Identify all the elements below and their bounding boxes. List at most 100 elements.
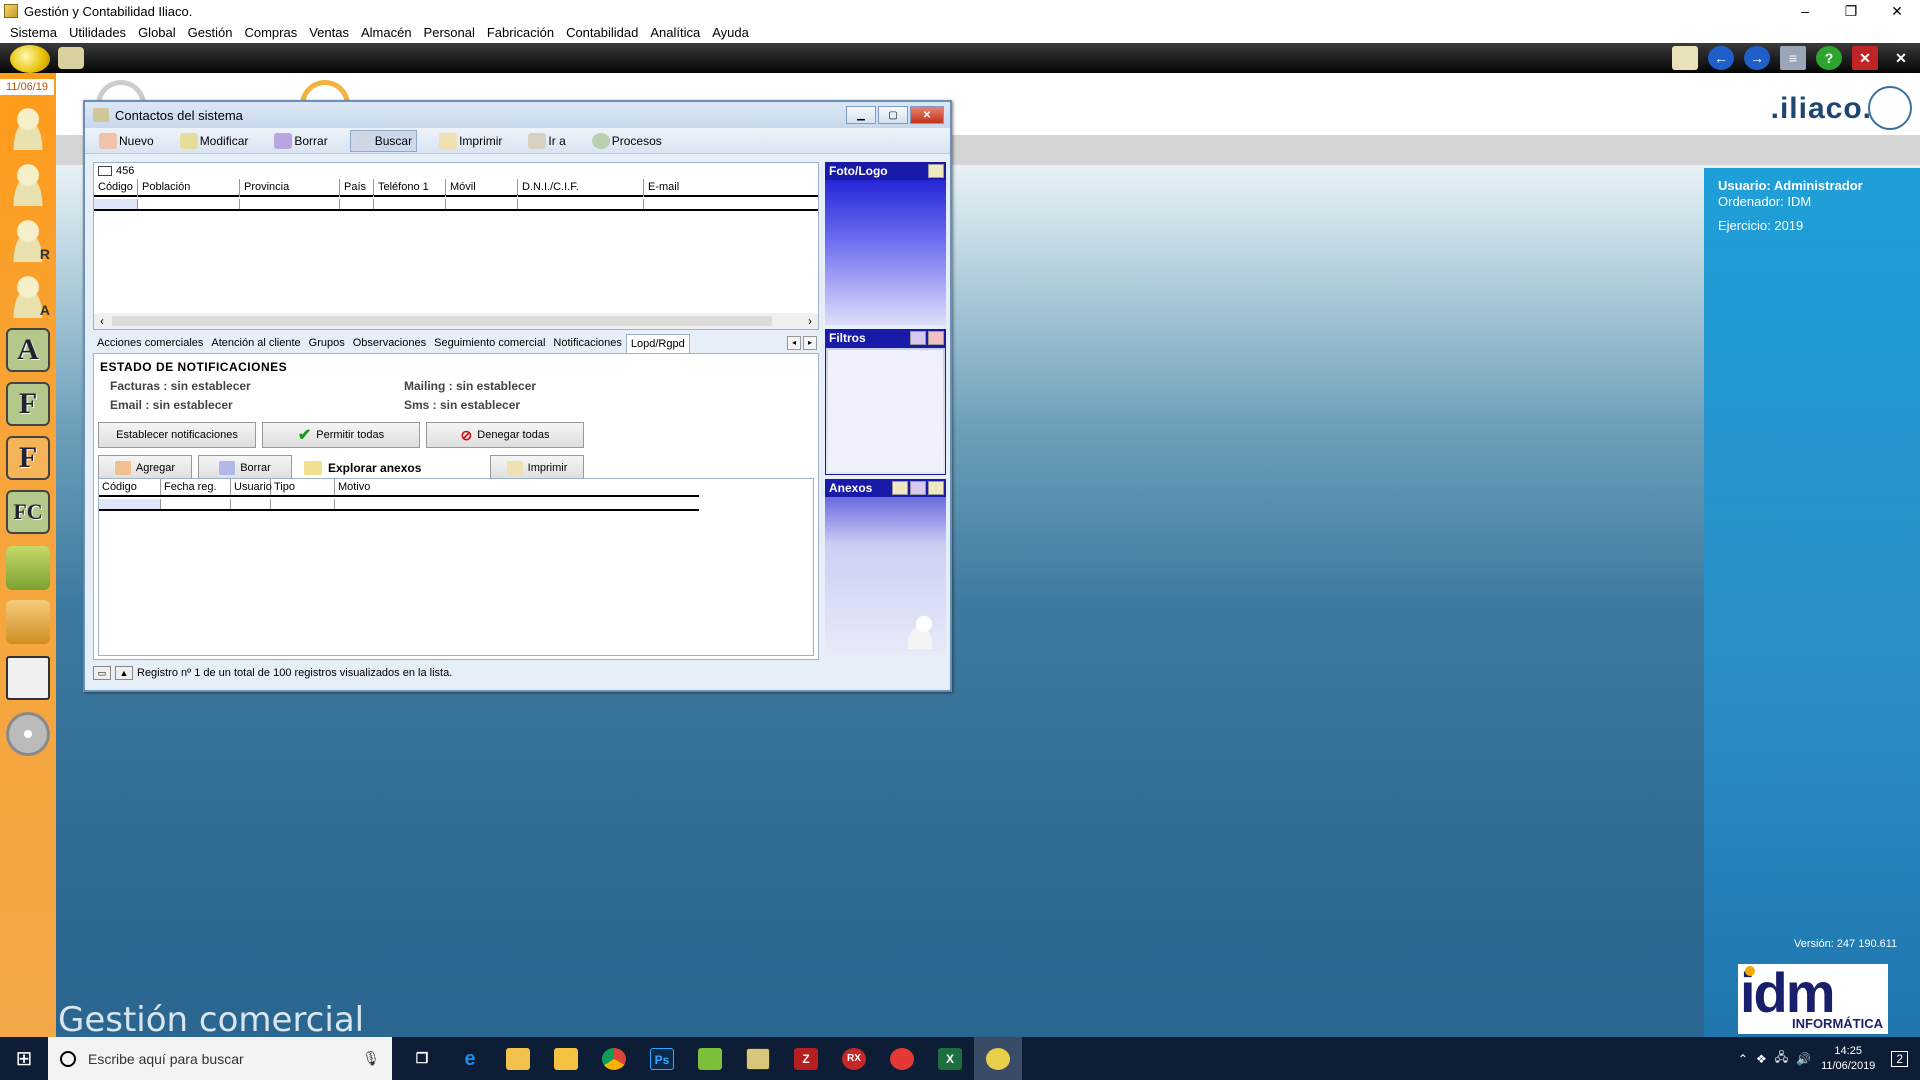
photoshop-icon[interactable]: Ps bbox=[638, 1037, 686, 1080]
spreadsheet-app-icon[interactable] bbox=[686, 1037, 734, 1080]
list-icon[interactable] bbox=[6, 656, 50, 700]
iliaco-ball-icon[interactable] bbox=[10, 45, 50, 73]
task-view-icon[interactable]: ❐ bbox=[398, 1037, 446, 1080]
excel-icon[interactable]: X bbox=[926, 1037, 974, 1080]
minimize-button[interactable]: – bbox=[1782, 0, 1828, 22]
menu-personal[interactable]: Personal bbox=[418, 25, 481, 40]
tab-seguimiento-comercial[interactable]: Seguimiento comercial bbox=[430, 334, 549, 353]
tab-notificaciones[interactable]: Notificaciones bbox=[549, 334, 625, 353]
scroll-right-icon[interactable]: › bbox=[808, 314, 812, 328]
dialog-titlebar[interactable]: Contactos del sistema ▁ ▢ ✕ bbox=[85, 102, 950, 128]
col-pais[interactable]: País bbox=[340, 179, 374, 197]
modificar-button[interactable]: Modificar bbox=[176, 130, 253, 152]
menu-utilidades[interactable]: Utilidades bbox=[63, 25, 132, 40]
close-app-icon[interactable]: ✕ bbox=[1852, 46, 1878, 70]
windows-icon[interactable]: ≡ bbox=[1780, 46, 1806, 70]
ir-a-button[interactable]: Ir a bbox=[524, 130, 569, 152]
menu-fabricacion[interactable]: Fabricación bbox=[481, 25, 560, 40]
restore-button[interactable]: ❐ bbox=[1828, 0, 1874, 22]
shopping-bag-icon[interactable] bbox=[6, 546, 50, 590]
contacts-icon[interactable] bbox=[6, 106, 50, 150]
filter-settings-icon[interactable] bbox=[910, 331, 926, 345]
users-icon[interactable] bbox=[58, 47, 84, 69]
buscar-button[interactable]: Buscar bbox=[349, 129, 418, 152]
col-lopd-tipo[interactable]: Tipo bbox=[271, 479, 335, 495]
dialog-maximize-button[interactable]: ▢ bbox=[878, 106, 908, 124]
gestion-active-app-icon[interactable] bbox=[974, 1037, 1022, 1080]
scroll-thumb[interactable] bbox=[112, 316, 772, 326]
client-icon[interactable] bbox=[6, 162, 50, 206]
outlook-folder-icon[interactable] bbox=[494, 1037, 542, 1080]
cd-icon[interactable] bbox=[6, 712, 50, 756]
foto-panel[interactable] bbox=[825, 180, 946, 325]
filezilla-icon[interactable]: Z bbox=[782, 1037, 830, 1080]
bug-app-icon[interactable] bbox=[878, 1037, 926, 1080]
col-movil[interactable]: Móvil bbox=[446, 179, 518, 197]
col-lopd-motivo[interactable]: Motivo bbox=[335, 479, 699, 495]
chrome-icon[interactable] bbox=[590, 1037, 638, 1080]
fc-icon[interactable]: FC bbox=[6, 490, 50, 534]
tab-lopd-rgpd[interactable]: Lopd/Rgpd bbox=[625, 334, 690, 353]
menu-compras[interactable]: Compras bbox=[238, 25, 303, 40]
table-row[interactable] bbox=[94, 199, 818, 211]
menu-ventas[interactable]: Ventas bbox=[303, 25, 355, 40]
notifications-icon[interactable]: 2 bbox=[1891, 1050, 1908, 1067]
add-attachment-icon[interactable] bbox=[892, 481, 908, 495]
col-lopd-fecha[interactable]: Fecha reg. bbox=[161, 479, 231, 495]
menu-sistema[interactable]: Sistema bbox=[4, 25, 63, 40]
col-lopd-usuario[interactable]: Usuario bbox=[231, 479, 272, 495]
status-keyboard-icon[interactable]: ▭ bbox=[93, 666, 111, 680]
col-codigo[interactable]: Código bbox=[94, 179, 138, 197]
permitir-todas-button[interactable]: ✔ Permitir todas bbox=[262, 422, 420, 448]
menu-analitica[interactable]: Analítica bbox=[644, 25, 706, 40]
factura-icon[interactable]: F bbox=[6, 382, 50, 426]
edge-icon[interactable]: e bbox=[446, 1037, 494, 1080]
establecer-notificaciones-button[interactable]: Establecer notificaciones bbox=[98, 422, 256, 448]
tray-expand-icon[interactable]: ⌃ bbox=[1738, 1052, 1748, 1066]
windows-start-icon[interactable]: ⊞ bbox=[0, 1037, 48, 1080]
menu-global[interactable]: Global bbox=[132, 25, 182, 40]
delete-attachment-icon[interactable] bbox=[910, 481, 926, 495]
exit-icon[interactable]: ✕ bbox=[1888, 46, 1914, 70]
taskbar-search[interactable]: Escribe aquí para buscar 🎙 bbox=[48, 1037, 392, 1080]
dropbox-icon[interactable]: ❖ bbox=[1756, 1052, 1767, 1066]
iliaco-app-icon[interactable] bbox=[734, 1037, 782, 1080]
col-email[interactable]: E-mail bbox=[644, 179, 818, 197]
tab-acciones-comerciales[interactable]: Acciones comerciales bbox=[93, 334, 207, 353]
tab-right-arrow-icon[interactable]: ▸ bbox=[803, 336, 817, 350]
factura-compra-icon[interactable]: F bbox=[6, 436, 50, 480]
provider-icon[interactable]: R bbox=[6, 218, 50, 262]
menu-contabilidad[interactable]: Contabilidad bbox=[560, 25, 644, 40]
file-explorer-icon[interactable] bbox=[542, 1037, 590, 1080]
rx-app-icon[interactable]: RX bbox=[830, 1037, 878, 1080]
menu-gestion[interactable]: Gestión bbox=[182, 25, 239, 40]
forward-arrow-icon[interactable]: → bbox=[1744, 46, 1770, 70]
agent-icon[interactable]: A bbox=[6, 274, 50, 318]
open-attachment-icon[interactable] bbox=[928, 481, 944, 495]
nuevo-button[interactable]: Nuevo bbox=[95, 130, 158, 152]
col-telefono[interactable]: Teléfono 1 bbox=[374, 179, 446, 197]
volume-icon[interactable]: 🔊 bbox=[1796, 1052, 1811, 1066]
filter-clear-icon[interactable] bbox=[928, 331, 944, 345]
imprimir-button[interactable]: Imprimir bbox=[435, 130, 506, 152]
menu-ayuda[interactable]: Ayuda bbox=[706, 25, 755, 40]
grid-horizontal-scrollbar[interactable]: ‹ › bbox=[94, 313, 818, 329]
menu-almacen[interactable]: Almacén bbox=[355, 25, 418, 40]
dialog-minimize-button[interactable]: ▁ bbox=[846, 106, 876, 124]
lopd-records-grid[interactable]: Código Fecha reg. Usuario Tipo Motivo bbox=[98, 478, 814, 656]
col-lopd-codigo[interactable]: Código bbox=[99, 479, 161, 495]
procesos-button[interactable]: Procesos bbox=[588, 130, 666, 152]
contacts-grid[interactable]: 456 Código Población Provincia País Telé… bbox=[93, 162, 819, 330]
back-arrow-icon[interactable]: ← bbox=[1708, 46, 1734, 70]
table-row[interactable] bbox=[99, 499, 699, 511]
tab-observaciones[interactable]: Observaciones bbox=[349, 334, 430, 353]
help-icon[interactable]: ? bbox=[1816, 46, 1842, 70]
col-poblacion[interactable]: Población bbox=[138, 179, 240, 197]
taskbar-clock[interactable]: 14:25 11/06/2019 bbox=[1821, 1044, 1875, 1074]
microphone-icon[interactable]: 🎙 bbox=[362, 1050, 380, 1067]
scroll-left-icon[interactable]: ‹ bbox=[100, 314, 104, 328]
close-button[interactable]: ✕ bbox=[1874, 0, 1920, 22]
col-dni[interactable]: D.N.I./C.I.F. bbox=[518, 179, 644, 197]
status-collapse-icon[interactable]: ▲ bbox=[115, 666, 133, 680]
borrar-button[interactable]: Borrar bbox=[270, 130, 331, 152]
